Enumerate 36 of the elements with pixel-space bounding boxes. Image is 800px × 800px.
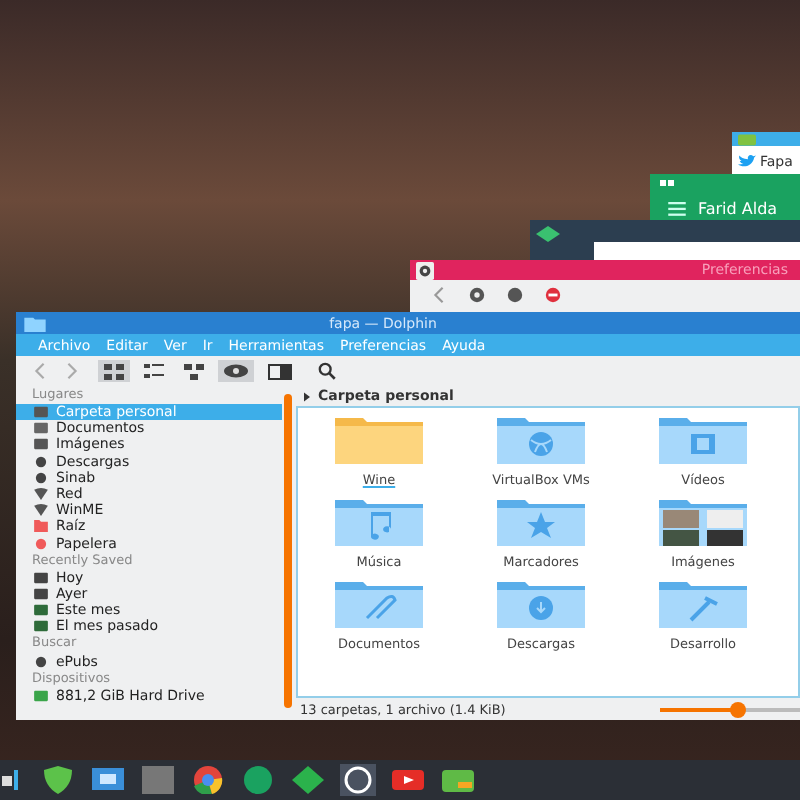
folder-icon[interactable] [496,580,586,628]
terminal-icon[interactable] [140,764,176,796]
menu-icon[interactable] [668,202,686,216]
shield-icon[interactable] [40,764,76,796]
back-icon[interactable] [430,286,448,304]
folder-icon[interactable] [334,498,424,546]
split-view-button[interactable] [262,360,298,382]
stop-icon[interactable] [544,286,562,304]
folder-icon [34,520,48,533]
expand-arrow-icon[interactable] [304,391,310,401]
app-icon [536,226,560,242]
launcher-icon[interactable] [2,770,18,790]
folder-icon[interactable] [658,416,748,464]
scrollbar[interactable] [284,394,292,708]
text-field[interactable] [594,242,800,260]
search-icon[interactable] [318,362,336,380]
folder-icon[interactable] [496,498,586,546]
video-player-icon[interactable] [390,764,426,796]
icons-view-button[interactable] [98,360,130,382]
trash-icon [34,537,48,550]
photo-folder-icon[interactable] [658,498,748,546]
bird-icon [738,152,756,170]
slider-thumb[interactable] [729,701,745,717]
folder-icon[interactable] [496,416,586,464]
browser-icon[interactable] [190,764,226,796]
details-view-button[interactable] [178,360,210,382]
frog-icon[interactable] [440,764,476,796]
drive-icon [34,689,48,702]
preview-button[interactable] [218,360,254,382]
folder-icon[interactable] [334,580,424,628]
contact-name: Farid Alda [698,200,778,218]
app-icon [738,133,756,145]
settings-icon[interactable] [468,286,486,304]
compact-view-button[interactable] [138,360,170,382]
folder-icon[interactable] [658,580,748,628]
network-icon[interactable] [90,764,126,796]
